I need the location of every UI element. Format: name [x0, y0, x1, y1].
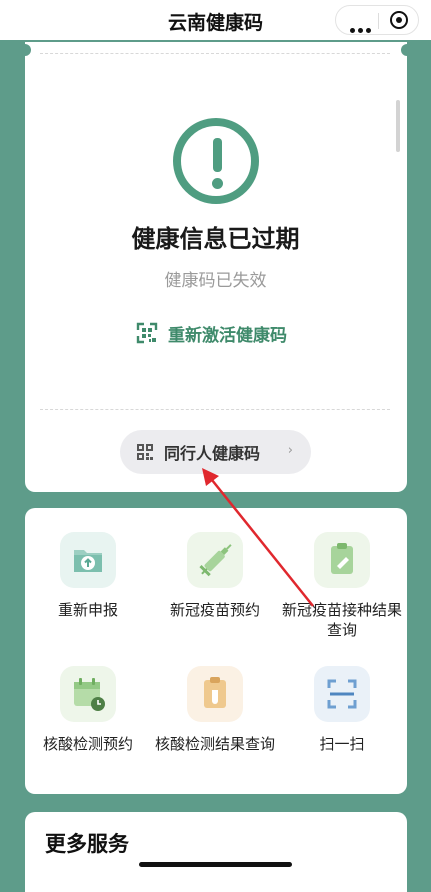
annotation-arrow	[202, 468, 314, 607]
